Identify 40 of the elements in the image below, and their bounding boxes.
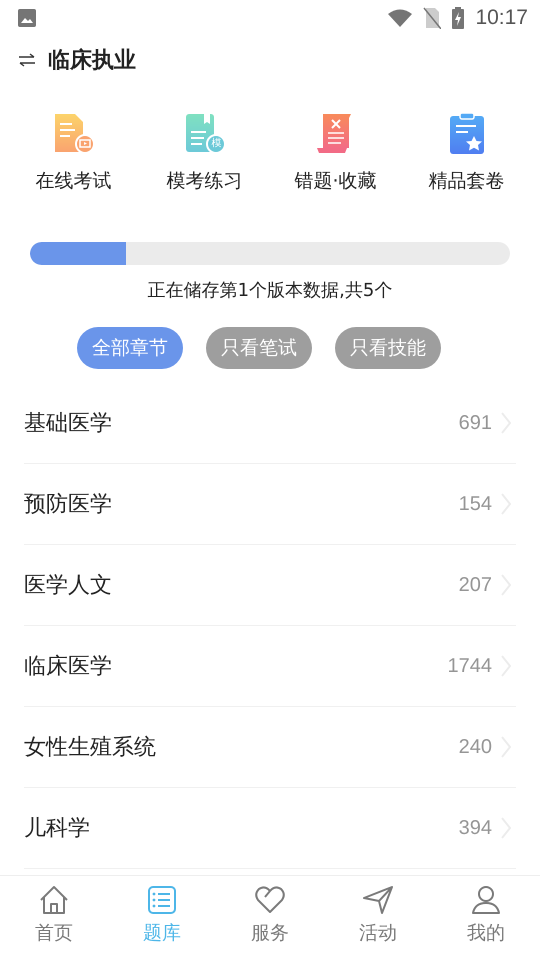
chapter-row[interactable]: 女性生殖系统 240 — [24, 707, 516, 788]
switch-icon — [18, 53, 36, 67]
nav-tab[interactable]: 活动 — [338, 876, 418, 960]
nav-tab[interactable]: 首页 — [14, 876, 94, 960]
home-icon — [38, 884, 70, 916]
image-icon — [17, 8, 37, 28]
page-title: 临床执业 — [48, 47, 136, 75]
chapter-row[interactable]: 临床医学 1744 — [24, 626, 516, 707]
question-count: 154 — [458, 492, 492, 516]
heart-icon — [254, 884, 286, 916]
question-count: 1744 — [448, 654, 492, 678]
progress-text: 正在储存第1个版本数据,共5个 — [148, 279, 392, 302]
chapter-name: 预防医学 — [24, 491, 113, 519]
question-count: 691 — [458, 412, 492, 434]
chapter-name: 基础医学 — [24, 410, 113, 438]
shortcut-button[interactable]: 精品套卷 — [406, 112, 526, 194]
chapter-name: 医学人文 — [24, 572, 113, 600]
chapter-name: 临床医学 — [24, 653, 113, 681]
no-sim-icon — [423, 7, 442, 29]
battery-icon — [451, 7, 466, 29]
chapter-row[interactable]: 预防医学 154 — [24, 464, 516, 545]
nav-tab[interactable]: 服务 — [230, 876, 310, 960]
shortcut-button[interactable]: 错题·收藏 — [276, 112, 396, 194]
user-icon — [470, 884, 502, 916]
paper-plane-icon — [362, 884, 394, 916]
shortcut-button[interactable]: 模 模考练习 — [144, 112, 264, 194]
list-icon — [146, 884, 178, 916]
clock-time: 10:17 — [475, 6, 528, 30]
question-count: 394 — [458, 816, 492, 840]
chapter-name: 儿科学 — [24, 815, 91, 843]
chapter-row[interactable]: 基础医学 691 — [24, 383, 516, 464]
wifi-icon — [387, 8, 414, 28]
chapter-name: 女性生殖系统 — [24, 734, 157, 762]
badge-text: 模 — [212, 138, 222, 150]
question-count: 240 — [458, 736, 492, 758]
chapter-row[interactable]: 儿科学 394 — [24, 788, 516, 869]
nav-tab[interactable]: 我的 — [446, 876, 526, 960]
chapter-row[interactable]: 医学人文 207 — [24, 545, 516, 626]
shortcut-button[interactable]: 在线考试 — [14, 112, 134, 194]
question-count: 207 — [458, 574, 492, 596]
